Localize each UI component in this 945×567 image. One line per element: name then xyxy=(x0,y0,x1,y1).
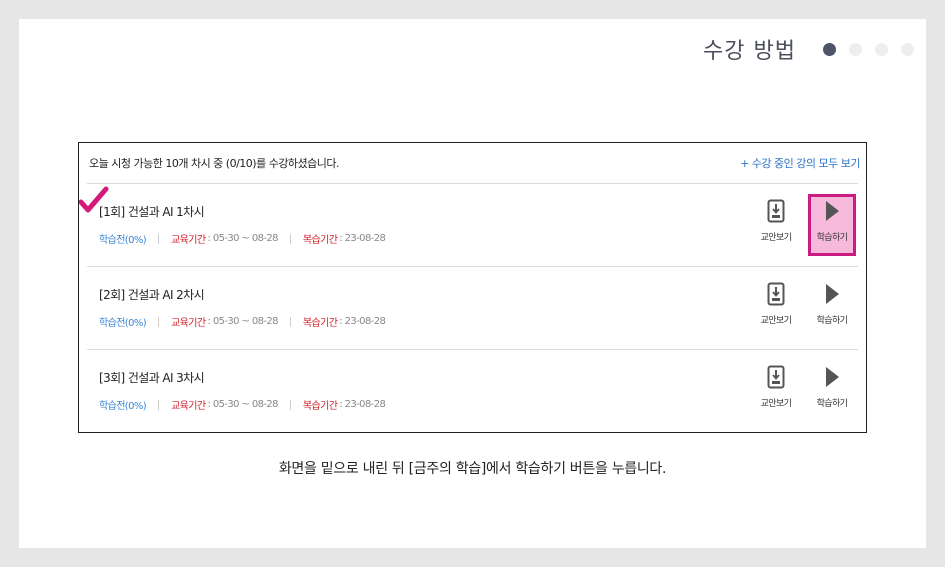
document-download-icon xyxy=(767,198,785,224)
view-notes-button[interactable]: 교안보기 xyxy=(752,277,800,339)
header: 수강 방법 xyxy=(703,31,914,67)
lesson-actions: 교안보기 학습하기 xyxy=(752,360,858,422)
review-period-label: 복습기간 xyxy=(302,318,338,329)
lesson-row: [2회] 건설과 AI 2차시 학습전(0%) 교육기간 : 05-30 ~ 0… xyxy=(87,267,858,350)
divider xyxy=(158,399,160,410)
view-notes-button[interactable]: 교안보기 xyxy=(752,194,800,256)
divider xyxy=(158,233,160,244)
edu-period-label: 교육기간 xyxy=(171,318,206,329)
lesson-actions: 교안보기 학습하기 xyxy=(752,194,858,256)
page-dot-4[interactable] xyxy=(901,42,914,56)
edu-period-label: 교육기간 xyxy=(171,235,206,246)
view-notes-label: 교안보기 xyxy=(760,316,792,326)
start-study-label: 학습하기 xyxy=(816,316,848,326)
lesson-title[interactable]: [3회] 건설과 AI 3차시 xyxy=(99,369,205,386)
view-notes-button[interactable]: 교안보기 xyxy=(752,360,800,422)
review-period-value: : 23-08-28 xyxy=(339,399,386,410)
lesson-title[interactable]: [1회] 건설과 AI 1차시 xyxy=(99,203,205,220)
page-dot-2[interactable] xyxy=(849,42,862,56)
start-study-label: 학습하기 xyxy=(816,233,848,243)
view-notes-label: 교안보기 xyxy=(760,233,792,243)
lesson-meta: 학습전(0%) 교육기간 : 05-30 ~ 08-28 복습기간 : 23-0… xyxy=(99,314,386,329)
play-icon xyxy=(824,364,840,390)
divider xyxy=(289,233,291,244)
start-study-button[interactable]: 학습하기 xyxy=(808,277,856,339)
page-dot-1[interactable] xyxy=(823,42,836,56)
review-period-label: 복습기간 xyxy=(302,401,338,412)
lesson-row: [1회] 건설과 AI 1차시 학습전(0%) 교육기간 : 05-30 ~ 0… xyxy=(87,184,858,267)
start-study-button[interactable]: 학습하기 xyxy=(808,360,856,422)
view-all-courses-link[interactable]: + 수강 중인 강의 모두 보기 xyxy=(740,155,860,171)
progress-status: 학습전(0%) xyxy=(99,401,147,412)
divider xyxy=(158,316,160,327)
review-period-label: 복습기간 xyxy=(302,235,338,246)
edu-period-value: : 05-30 ~ 08-28 xyxy=(207,399,278,410)
divider xyxy=(289,316,291,327)
progress-status: 학습전(0%) xyxy=(99,318,147,329)
start-study-button[interactable]: 학습하기 xyxy=(808,194,856,256)
lesson-actions: 교안보기 학습하기 xyxy=(752,277,858,339)
lesson-meta: 학습전(0%) 교육기간 : 05-30 ~ 08-28 복습기간 : 23-0… xyxy=(99,397,386,412)
document-download-icon xyxy=(767,364,785,390)
checkmark-icon xyxy=(79,186,109,213)
edu-period-value: : 05-30 ~ 08-28 xyxy=(207,233,278,244)
page-dot-3[interactable] xyxy=(875,42,888,56)
play-icon xyxy=(824,198,840,224)
panel-header: 오늘 시청 가능한 10개 차시 중 (0/10)를 수강하셨습니다. + 수강… xyxy=(87,143,860,184)
start-study-label: 학습하기 xyxy=(816,399,848,409)
view-notes-label: 교안보기 xyxy=(760,399,792,409)
edu-period-label: 교육기간 xyxy=(171,401,206,412)
instruction-caption: 화면을 밑으로 내린 뒤 [금주의 학습]에서 학습하기 버튼을 누릅니다. xyxy=(278,461,667,477)
edu-period-value: : 05-30 ~ 08-28 xyxy=(207,316,278,327)
watch-count-notice: 오늘 시청 가능한 10개 차시 중 (0/10)를 수강하셨습니다. xyxy=(89,157,340,170)
review-period-value: : 23-08-28 xyxy=(339,316,386,327)
lesson-title[interactable]: [2회] 건설과 AI 2차시 xyxy=(99,286,205,303)
lesson-meta: 학습전(0%) 교육기간 : 05-30 ~ 08-28 복습기간 : 23-0… xyxy=(99,231,386,246)
this-week-lessons-panel: 오늘 시청 가능한 10개 차시 중 (0/10)를 수강하셨습니다. + 수강… xyxy=(78,142,867,433)
lesson-row: [3회] 건설과 AI 3차시 학습전(0%) 교육기간 : 05-30 ~ 0… xyxy=(87,350,858,432)
review-period-value: : 23-08-28 xyxy=(339,233,386,244)
page-title: 수강 방법 xyxy=(703,39,796,64)
play-icon xyxy=(824,281,840,307)
divider xyxy=(289,399,291,410)
document-download-icon xyxy=(767,281,785,307)
progress-status: 학습전(0%) xyxy=(99,235,147,246)
